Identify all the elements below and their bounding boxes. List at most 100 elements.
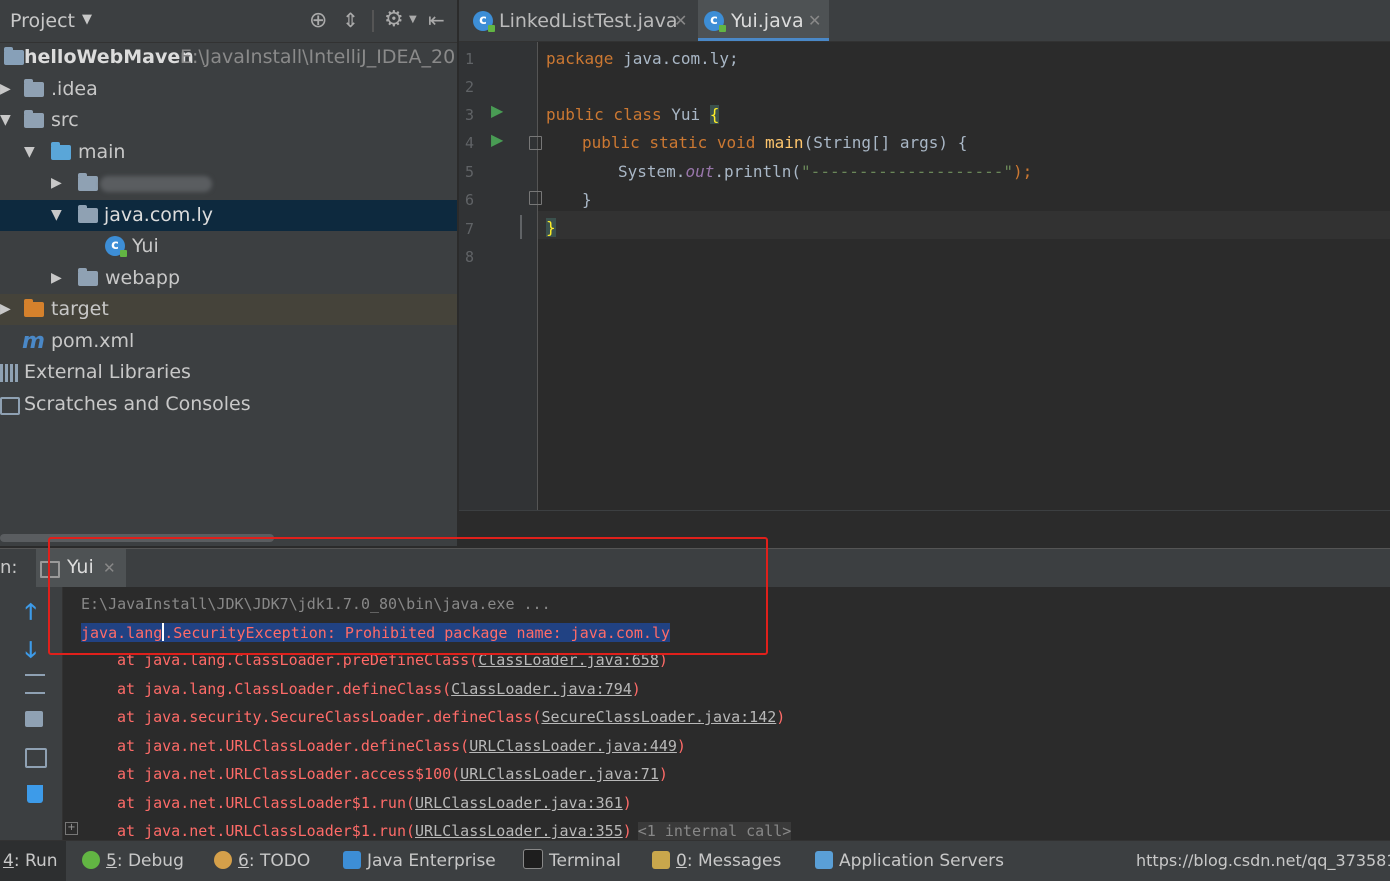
chevron-down-icon[interactable]: ▼	[0, 105, 11, 136]
trace-link[interactable]: URLClassLoader.java:449	[469, 737, 677, 755]
tool-label: : Messages	[686, 851, 782, 871]
code-brace: {	[709, 105, 720, 124]
chevron-right-icon[interactable]: ▶	[51, 168, 62, 199]
trace-text: at java.net.URLClassLoader.access$100(	[117, 765, 461, 783]
code-function: main	[755, 133, 804, 152]
java-class-icon: c	[704, 11, 726, 32]
code-line-4[interactable]: public static void main(String[] args) {	[582, 133, 967, 152]
chevron-right-icon[interactable]: ▶	[0, 74, 11, 105]
chevron-down-icon[interactable]: ▼	[409, 14, 417, 25]
gear-icon[interactable]: ⚙	[384, 7, 404, 32]
hide-panel-icon[interactable]: ⇤	[428, 8, 445, 32]
code-text: java.com.ly;	[613, 49, 739, 68]
package-folder-icon	[78, 205, 98, 223]
trace-link[interactable]: URLClassLoader.java:71	[460, 765, 659, 783]
tab-label: LinkedListTest.java	[499, 10, 678, 32]
locate-icon[interactable]: ⊕	[309, 8, 327, 33]
fold-icon[interactable]	[529, 136, 542, 150]
scroll-to-end-icon[interactable]	[25, 711, 43, 727]
code-line-1[interactable]: package java.com.ly;	[546, 49, 739, 68]
tree-item-label: Scratches and Consoles	[24, 393, 251, 415]
tab-yui[interactable]: c Yui.java ✕	[698, 0, 829, 41]
tree-item-external-libraries[interactable]: External Libraries	[0, 357, 457, 388]
line-number: 5	[465, 163, 475, 181]
tool-run[interactable]: 4: Run	[0, 841, 66, 881]
trace-text: at java.security.SecureClassLoader.defin…	[117, 708, 542, 726]
stack-trace-line: at java.net.URLClassLoader.defineClass(U…	[117, 737, 686, 755]
tree-item-webapp[interactable]: ▶ webapp	[0, 263, 457, 294]
tool-shortcut: 4	[3, 851, 14, 871]
trace-link[interactable]: ClassLoader.java:794	[451, 680, 632, 698]
tree-item-root[interactable]: helloWebMaven E:\JavaInstall\IntelliJ_ID…	[0, 42, 457, 73]
tree-item-label: target	[51, 298, 109, 320]
tab-linkedlisttest[interactable]: c LinkedListTest.java ✕	[469, 0, 691, 41]
tool-todo[interactable]: 6: TODO	[214, 841, 310, 881]
tree-item-blurred[interactable]: ▶	[0, 168, 457, 199]
code-brace: }	[546, 218, 556, 237]
internal-call-fold[interactable]: <1 internal call>	[637, 822, 792, 840]
tool-java-enterprise[interactable]: Java Enterprise	[343, 841, 496, 881]
close-icon[interactable]: ✕	[808, 0, 821, 42]
stack-trace-line: at java.lang.ClassLoader.defineClass(Cla…	[117, 680, 641, 698]
collapse-all-icon[interactable]: ⇕	[342, 8, 359, 32]
tree-item-idea[interactable]: ▶ .idea	[0, 74, 457, 105]
code-line-6[interactable]: }	[582, 190, 592, 209]
chevron-right-icon[interactable]: ▶	[0, 294, 11, 325]
trace-link[interactable]: SecureClassLoader.java:142	[541, 708, 776, 726]
tool-label: : TODO	[248, 851, 311, 871]
line-number: 8	[465, 248, 475, 266]
code-keyword: public class	[546, 105, 662, 124]
divider	[372, 10, 374, 32]
tree-item-pom[interactable]: m pom.xml	[0, 326, 457, 357]
code-string: "--------------------"	[801, 162, 1013, 181]
tree-item-label: src	[51, 109, 79, 131]
code-line-7[interactable]: }	[546, 218, 556, 237]
print-icon[interactable]	[25, 748, 47, 768]
app-servers-icon	[815, 851, 833, 869]
current-line-highlight	[538, 211, 1390, 239]
annotation-highlight-box	[48, 537, 768, 655]
arrow-down-icon[interactable]: 🡓	[25, 633, 36, 671]
code-line-5[interactable]: System.out.println("--------------------…	[618, 162, 1032, 181]
tree-item-label: main	[78, 141, 126, 163]
tool-window-bar: 4: Run 5: Debug 6: TODO Java Enterprise …	[0, 840, 1390, 881]
chevron-right-icon[interactable]: ▶	[51, 263, 62, 294]
java-class-icon: c	[105, 236, 127, 257]
tree-item-scratches[interactable]: Scratches and Consoles	[0, 389, 457, 420]
chevron-down-icon[interactable]: ▼	[82, 12, 92, 27]
tool-application-servers[interactable]: Application Servers	[815, 841, 1004, 881]
code-field: out	[685, 162, 715, 181]
close-icon[interactable]: ✕	[674, 0, 687, 42]
tree-item-yui[interactable]: c Yui	[0, 231, 457, 262]
run-gutter-icon[interactable]: ▶	[491, 130, 503, 149]
fold-icon[interactable]	[529, 191, 542, 205]
maven-icon: m	[22, 329, 45, 354]
tool-messages[interactable]: 0: Messages	[652, 841, 781, 881]
tree-item-path: E:\JavaInstall\IntelliJ_IDEA_2018.	[180, 46, 457, 68]
tree-item-java-com-ly[interactable]: ▼ java.com.ly	[0, 200, 457, 231]
tree-item-target[interactable]: ▶ target	[0, 294, 457, 325]
tree-item-src[interactable]: ▼ src	[0, 105, 457, 136]
code-line-3[interactable]: public class Yui {	[546, 105, 720, 124]
trace-text: )	[776, 708, 786, 726]
project-view-title[interactable]: Project	[10, 10, 75, 32]
trash-icon[interactable]	[27, 785, 43, 803]
soft-wrap-icon[interactable]	[25, 674, 45, 694]
todo-icon	[214, 851, 232, 869]
tool-label: Application Servers	[839, 851, 1004, 871]
project-panel: Project ▼ ⊕ ⇕ ⚙ ▼ ⇤ helloWebMaven E:\Jav…	[0, 0, 457, 546]
run-gutter-icon[interactable]: ▶	[491, 101, 503, 120]
tool-debug[interactable]: 5: Debug	[82, 841, 184, 881]
trace-link[interactable]: URLClassLoader.java:361	[415, 794, 623, 812]
chevron-down-icon[interactable]: ▼	[51, 200, 62, 231]
arrow-up-icon[interactable]: 🡑	[25, 595, 36, 633]
trace-link[interactable]: URLClassLoader.java:355	[415, 822, 623, 840]
tool-terminal[interactable]: Terminal	[523, 841, 621, 881]
chevron-down-icon[interactable]: ▼	[24, 137, 35, 168]
libraries-icon	[0, 364, 20, 382]
trace-text: )	[622, 822, 632, 840]
blurred-label	[100, 176, 212, 192]
expand-icon[interactable]: +	[65, 822, 78, 835]
tree-item-main[interactable]: ▼ main	[0, 137, 457, 168]
trace-text: at java.net.URLClassLoader.defineClass(	[117, 737, 470, 755]
